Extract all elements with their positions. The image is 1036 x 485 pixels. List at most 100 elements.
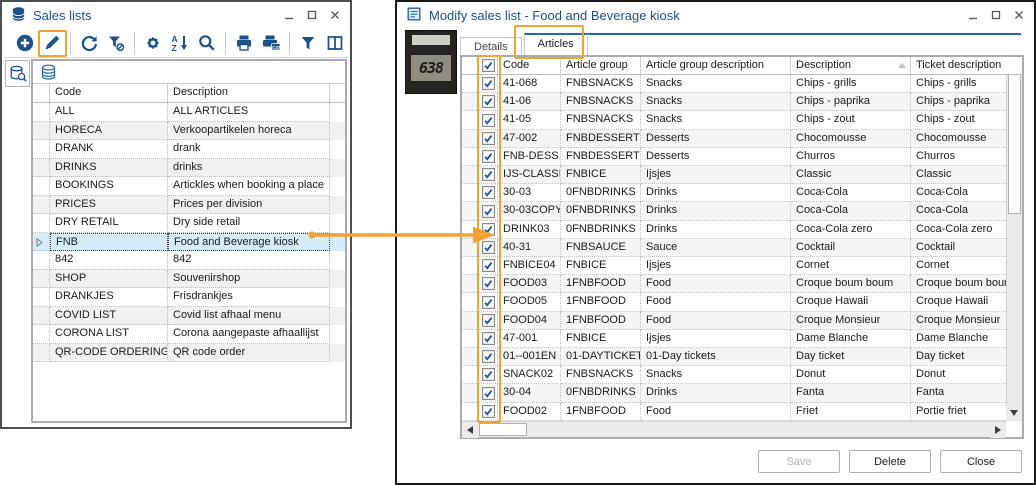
kiosk-display-photo: 638 <box>405 30 457 94</box>
table-row[interactable]: BOOKINGS Artickles when booking a place <box>33 177 345 196</box>
table-row[interactable]: DRANK drank <box>33 140 345 159</box>
settings-button[interactable] <box>141 30 166 56</box>
article-group-description-cell: Sauce <box>641 239 791 257</box>
scroll-down-icon[interactable] <box>1006 405 1022 421</box>
refresh-button[interactable] <box>77 30 102 56</box>
sort-az-button[interactable]: AZ <box>168 30 193 56</box>
table-row[interactable]: 41-068 FNBSNACKS Snacks Chips - grills C… <box>462 75 1006 93</box>
table-row[interactable]: COVID LIST Covid list afhaal menu <box>33 307 345 326</box>
column-header-article-group-description[interactable]: Article group description <box>641 57 791 74</box>
dialog-button[interactable]: Save <box>758 450 840 473</box>
select-all-checkbox[interactable] <box>479 57 498 74</box>
group-by-area[interactable] <box>33 61 345 84</box>
row-checkbox[interactable] <box>479 257 498 275</box>
row-checkbox[interactable] <box>479 293 498 311</box>
row-checkbox[interactable] <box>479 348 498 366</box>
row-checkbox[interactable] <box>479 75 498 93</box>
row-checkbox[interactable] <box>479 275 498 293</box>
columns-button[interactable] <box>322 30 347 56</box>
table-row[interactable]: QR-CODE ORDERING QR code order <box>33 344 345 363</box>
table-row[interactable]: SHOP Souvenirshop <box>33 270 345 289</box>
maximize-icon[interactable] <box>990 9 1002 21</box>
close-icon[interactable] <box>329 9 341 21</box>
row-checkbox[interactable] <box>479 384 498 402</box>
table-row[interactable]: CORONA LIST Corona aangepaste afhaallijs… <box>33 325 345 344</box>
table-row[interactable]: 41-05 FNBSNACKS Snacks Chips - zout Chip… <box>462 111 1006 129</box>
filter-button[interactable] <box>296 30 321 56</box>
table-row[interactable]: FNB Food and Beverage kiosk <box>33 233 345 252</box>
scroll-right-icon[interactable] <box>990 422 1006 438</box>
description-cell: Cocktail <box>791 239 911 257</box>
table-row[interactable]: 47-001 FNBICE Ijsjes Dame Blanche Dame B… <box>462 330 1006 348</box>
table-row[interactable]: SNACK02 FNBSNACKS Snacks Donut Donut <box>462 366 1006 384</box>
sales-lists-window: Sales lists AZ CSV <box>0 0 352 429</box>
table-row[interactable]: 01--001EN 01-DAYTICKETS 01-Day tickets D… <box>462 348 1006 366</box>
database-search-icon[interactable] <box>5 60 30 87</box>
table-row[interactable]: 842 842 <box>33 251 345 270</box>
row-checkbox[interactable] <box>479 312 498 330</box>
table-row[interactable]: 30-04 0FNBDRINKS Drinks Fanta Fanta <box>462 384 1006 402</box>
column-header-article-group[interactable]: Article group <box>561 57 641 74</box>
column-header-description[interactable]: Description <box>168 84 330 102</box>
row-checkbox[interactable] <box>479 166 498 184</box>
table-row[interactable]: FNBICE04 FNBICE Ijsjes Cornet Cornet <box>462 257 1006 275</box>
row-checkbox[interactable] <box>479 403 498 421</box>
tab[interactable]: Details <box>460 37 522 55</box>
row-checkbox[interactable] <box>479 130 498 148</box>
export-csv-print-button[interactable]: CSV <box>258 30 283 56</box>
search-button[interactable] <box>194 30 219 56</box>
table-row[interactable]: ALL ALL ARTICLES <box>33 103 345 122</box>
table-row[interactable]: 40-31 FNBSAUCE Sauce Cocktail Cocktail <box>462 239 1006 257</box>
table-row[interactable]: FOOD05 1FNBFOOD Food Croque Hawaii Croqu… <box>462 293 1006 311</box>
table-row[interactable]: 41-06 FNBSNACKS Snacks Chips - paprika C… <box>462 93 1006 111</box>
column-header-code[interactable]: Code <box>498 57 561 74</box>
table-row[interactable]: PRICES Prices per division <box>33 196 345 215</box>
row-checkbox[interactable] <box>479 221 498 239</box>
row-checkbox[interactable] <box>479 202 498 220</box>
minimize-icon[interactable] <box>967 9 979 21</box>
table-row[interactable]: DRANKJES Frisdrankjes <box>33 288 345 307</box>
column-header-code[interactable]: Code <box>50 84 168 102</box>
right-window-title: Modify sales list - Food and Beverage ki… <box>429 8 680 23</box>
left-titlebar[interactable]: Sales lists <box>2 2 350 28</box>
code-cell: 41-068 <box>498 75 561 93</box>
column-header-description[interactable]: Description <box>791 57 911 74</box>
row-checkbox[interactable] <box>479 111 498 129</box>
clear-filter-button[interactable] <box>104 30 129 56</box>
row-checkbox[interactable] <box>479 148 498 166</box>
vertical-scrollbar-thumb[interactable] <box>1008 74 1021 214</box>
table-row[interactable]: FOOD03 1FNBFOOD Food Croque boum boum Cr… <box>462 275 1006 293</box>
horizontal-scrollbar-thumb[interactable] <box>479 423 527 436</box>
table-row[interactable]: HORECA Verkoopartikelen horeca <box>33 122 345 141</box>
table-row[interactable]: FNB-DESS... FNBDESSERT Desserts Churros … <box>462 148 1006 166</box>
column-header-ticket-description[interactable]: Ticket description <box>911 57 1006 74</box>
table-row[interactable]: IJS-CLASSIC FNBICE Ijsjes Classic Classi… <box>462 166 1006 184</box>
maximize-icon[interactable] <box>306 9 318 21</box>
close-icon[interactable] <box>1013 9 1025 21</box>
minimize-icon[interactable] <box>283 9 295 21</box>
row-checkbox[interactable] <box>479 239 498 257</box>
row-checkbox[interactable] <box>479 184 498 202</box>
right-titlebar[interactable]: Modify sales list - Food and Beverage ki… <box>397 2 1034 28</box>
table-row[interactable]: FOOD02 1FNBFOOD Food Friet Portie friet <box>462 403 1006 421</box>
row-checkbox[interactable] <box>479 93 498 111</box>
add-button[interactable] <box>13 30 38 56</box>
table-row[interactable]: 30-03COPY 0FNBDRINKS Drinks Coca-Cola Co… <box>462 202 1006 220</box>
table-row[interactable]: DRINKS drinks <box>33 159 345 178</box>
tab[interactable]: Articles <box>524 33 588 55</box>
row-checkbox[interactable] <box>479 366 498 384</box>
vertical-scrollbar[interactable] <box>1006 57 1022 421</box>
scroll-left-icon[interactable] <box>462 422 478 438</box>
table-row[interactable]: 47-002 FNBDESSERT Desserts Chocomousse C… <box>462 130 1006 148</box>
edit-button[interactable] <box>40 30 65 56</box>
table-row[interactable]: FOOD04 1FNBFOOD Food Croque Monsieur Cro… <box>462 312 1006 330</box>
description-cell: Artickles when booking a place <box>168 177 330 196</box>
table-row[interactable]: DRINK03 0FNBDRINKS Drinks Coca-Cola zero… <box>462 221 1006 239</box>
row-checkbox[interactable] <box>479 330 498 348</box>
dialog-button[interactable]: Close <box>940 450 1022 473</box>
table-row[interactable]: 30-03 0FNBDRINKS Drinks Coca-Cola Coca-C… <box>462 184 1006 202</box>
table-row[interactable]: DRY RETAIL Dry side retail <box>33 214 345 233</box>
horizontal-scrollbar[interactable] <box>462 421 1006 437</box>
print-button[interactable] <box>232 30 257 56</box>
dialog-button[interactable]: Delete <box>849 450 931 473</box>
